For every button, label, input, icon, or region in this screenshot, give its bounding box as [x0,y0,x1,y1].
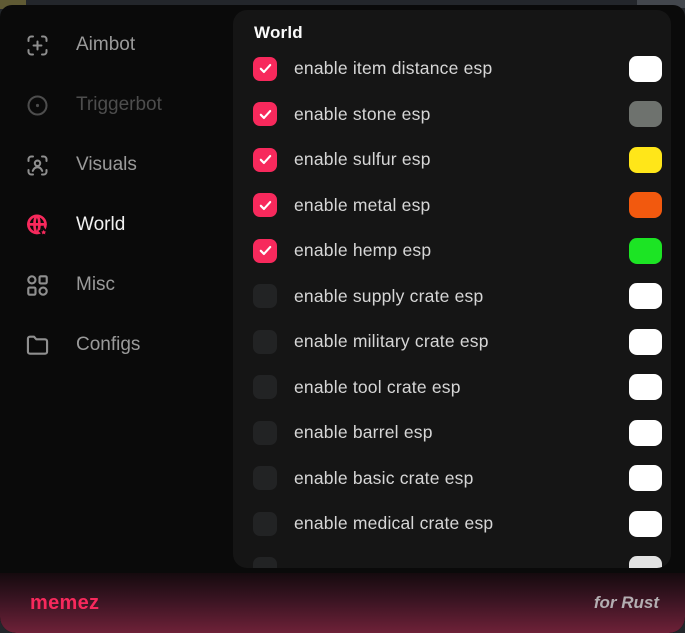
esp-option-row: enable basic crate esp [253,456,662,502]
esp-option-row: enable barrel esp [253,410,662,456]
esp-color-swatch[interactable] [629,56,662,82]
esp-color-swatch[interactable] [629,238,662,264]
esp-checkbox[interactable] [253,557,277,568]
esp-options-list: enable item distance esp enable stone es… [253,46,662,568]
cheat-menu-window: Aimbot Triggerbot Visuals [0,5,685,633]
esp-checkbox[interactable] [253,421,277,445]
world-settings-panel: World enable item distance esp [233,10,671,568]
esp-color-swatch[interactable] [629,329,662,355]
esp-color-swatch[interactable] [629,192,662,218]
esp-checkbox[interactable] [253,239,277,263]
esp-checkbox[interactable] [253,330,277,354]
esp-option-row [253,547,662,569]
esp-checkbox[interactable] [253,57,277,81]
esp-option-label: enable medical crate esp [294,513,493,534]
sidebar-item-label: Configs [76,334,140,356]
esp-option-row: enable medical crate esp [253,501,662,547]
esp-checkbox[interactable] [253,375,277,399]
brand-name: memez [30,592,99,615]
esp-option-label: enable basic crate esp [294,468,474,489]
sidebar-item-visuals[interactable]: Visuals [0,135,233,195]
grid-shapes-icon [24,272,51,299]
esp-option-label: enable sulfur esp [294,149,431,170]
esp-option-label: enable item distance esp [294,58,492,79]
check-icon [258,198,273,213]
esp-option-label: enable tool crate esp [294,377,461,398]
esp-option-row: enable metal esp [253,183,662,229]
esp-option-row: enable supply crate esp [253,274,662,320]
esp-checkbox[interactable] [253,512,277,536]
check-icon [258,61,273,76]
esp-option-row: enable stone esp [253,92,662,138]
esp-checkbox[interactable] [253,102,277,126]
esp-checkbox[interactable] [253,148,277,172]
sidebar-item-label: World [76,214,125,236]
sidebar-item-misc[interactable]: Misc [0,255,233,315]
esp-color-swatch[interactable] [629,465,662,491]
esp-option-row: enable hemp esp [253,228,662,274]
page-title: World [253,23,662,43]
esp-color-swatch[interactable] [629,556,662,568]
sidebar-item-configs[interactable]: Configs [0,315,233,375]
esp-option-label: enable military crate esp [294,331,489,352]
scan-plus-icon [24,32,51,59]
esp-color-swatch[interactable] [629,147,662,173]
user-scan-icon [24,152,51,179]
esp-option-row: enable item distance esp [253,46,662,92]
esp-color-swatch[interactable] [629,374,662,400]
esp-color-swatch[interactable] [629,101,662,127]
esp-option-label: enable stone esp [294,104,431,125]
sidebar-item-label: Misc [76,274,115,296]
sidebar-item-label: Triggerbot [76,94,162,116]
esp-checkbox[interactable] [253,466,277,490]
sidebar: Aimbot Triggerbot Visuals [0,11,233,375]
sidebar-item-label: Visuals [76,154,137,176]
esp-option-row: enable tool crate esp [253,365,662,411]
check-icon [258,107,273,122]
esp-color-swatch[interactable] [629,283,662,309]
sidebar-item-triggerbot[interactable]: Triggerbot [0,75,233,135]
esp-option-row: enable military crate esp [253,319,662,365]
check-icon [258,243,273,258]
globe-star-icon [24,212,51,239]
brand-tagline: for Rust [594,593,659,613]
esp-color-swatch[interactable] [629,420,662,446]
sidebar-item-aimbot[interactable]: Aimbot [0,15,233,75]
esp-option-label: enable metal esp [294,195,430,216]
esp-checkbox[interactable] [253,284,277,308]
esp-option-label: enable barrel esp [294,422,433,443]
esp-option-row: enable sulfur esp [253,137,662,183]
esp-option-label: enable hemp esp [294,240,431,261]
folder-icon [24,332,51,359]
check-icon [258,152,273,167]
esp-color-swatch[interactable] [629,511,662,537]
circle-dot-icon [24,92,51,119]
footer-bar: memez for Rust [0,573,685,633]
sidebar-item-world[interactable]: World [0,195,233,255]
sidebar-item-label: Aimbot [76,34,135,56]
esp-checkbox[interactable] [253,193,277,217]
esp-option-label: enable supply crate esp [294,286,483,307]
